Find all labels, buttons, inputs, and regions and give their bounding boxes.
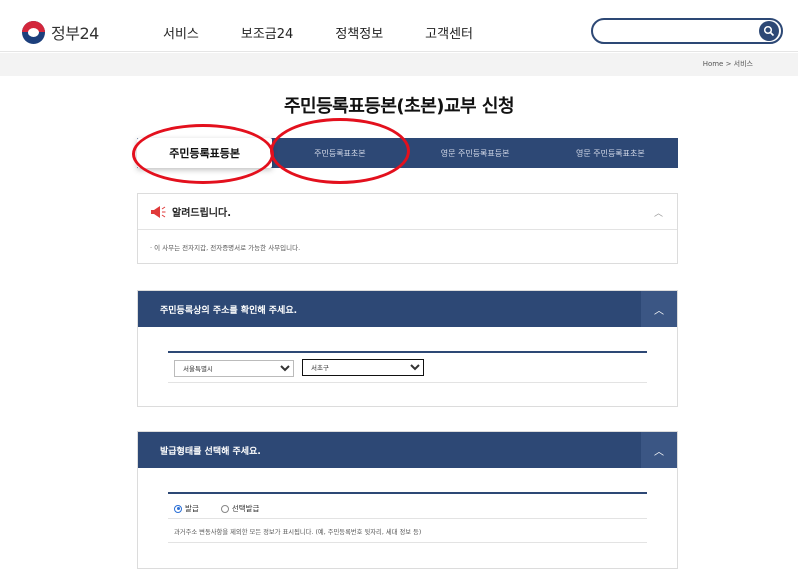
nav-item-help[interactable]: 고객센터 <box>425 23 473 42</box>
nav-item-service[interactable]: 서비스 <box>163 23 199 42</box>
tab-resident-copy[interactable]: 주민등록표등본 <box>137 138 273 168</box>
chevron-up-icon[interactable]: ︿ <box>641 291 677 327</box>
divider <box>168 518 647 519</box>
notice-panel: 알려드립니다. ︿ · 이 사무는 전자지갑, 전자증명서로 가능한 사무입니다… <box>137 193 678 264</box>
breadcrumb-bar: Home > 서비스 <box>0 53 798 76</box>
issue-section-header[interactable]: 발급형태를 선택해 주세요. ︿ <box>138 432 677 468</box>
logo[interactable]: 정부24 <box>22 20 99 44</box>
divider <box>168 351 647 353</box>
district-select[interactable]: 서초구 <box>302 359 424 376</box>
notice-header[interactable]: 알려드립니다. ︿ <box>138 194 677 230</box>
page-title: 주민등록표등본(초본)교부 신청 <box>284 96 515 117</box>
search-icon <box>763 25 775 37</box>
breadcrumb[interactable]: Home > 서비스 <box>703 59 753 69</box>
city-select[interactable]: 서울특별시 <box>174 360 294 377</box>
nav-item-subsidy[interactable]: 보조금24 <box>241 23 293 42</box>
address-section: 주민등록상의 주소를 확인해 주세요. ︿ 서울특별시 서초구 <box>137 290 678 407</box>
radio-selective-issue[interactable] <box>220 504 229 513</box>
notice-text: · 이 사무는 전자지갑, 전자증명서로 가능한 사무입니다. <box>150 244 301 252</box>
address-section-title: 주민등록상의 주소를 확인해 주세요. <box>160 305 298 316</box>
search-button[interactable] <box>759 21 779 41</box>
divider <box>168 492 647 494</box>
megaphone-icon <box>151 205 166 218</box>
tab-english-abstract[interactable]: 영문 주민등록표초본 <box>543 138 678 168</box>
search-input[interactable] <box>591 18 783 44</box>
tab-resident-abstract[interactable]: 주민등록표초본 <box>272 138 407 168</box>
address-section-header[interactable]: 주민등록상의 주소를 확인해 주세요. ︿ <box>138 291 677 327</box>
logo-text: 정부24 <box>51 24 99 43</box>
nav-item-policy[interactable]: 정책정보 <box>335 23 383 42</box>
chevron-up-icon[interactable]: ︿ <box>641 432 677 468</box>
tab-bar: 주민등록표등본 주민등록표초본 영문 주민등록표등본 영문 주민등록표초본 <box>137 138 678 168</box>
taegeuk-logo-icon <box>22 20 45 44</box>
divider <box>168 382 647 383</box>
divider <box>168 542 647 543</box>
chevron-up-icon[interactable]: ︿ <box>654 206 663 219</box>
issue-type-radios: 발급 선택발급 <box>174 503 281 514</box>
radio-selective-issue-label[interactable]: 선택발급 <box>232 503 260 514</box>
radio-issue-label[interactable]: 발급 <box>185 503 199 514</box>
issue-type-section: 발급형태를 선택해 주세요. ︿ 발급 선택발급 과거주소 변동사항을 제외한 … <box>137 431 678 569</box>
notice-title: 알려드립니다. <box>172 208 231 219</box>
site-header: 정부24 서비스 보조금24 정책정보 고객센터 <box>0 0 798 52</box>
tab-english-copy[interactable]: 영문 주민등록표등본 <box>408 138 543 168</box>
main-nav: 서비스 보조금24 정책정보 고객센터 <box>163 23 515 42</box>
issue-description: 과거주소 변동사항을 제외한 모든 정보가 표시됩니다. (예, 주민등록번호 … <box>174 529 422 536</box>
radio-issue[interactable] <box>174 504 182 513</box>
issue-section-title: 발급형태를 선택해 주세요. <box>160 446 261 457</box>
